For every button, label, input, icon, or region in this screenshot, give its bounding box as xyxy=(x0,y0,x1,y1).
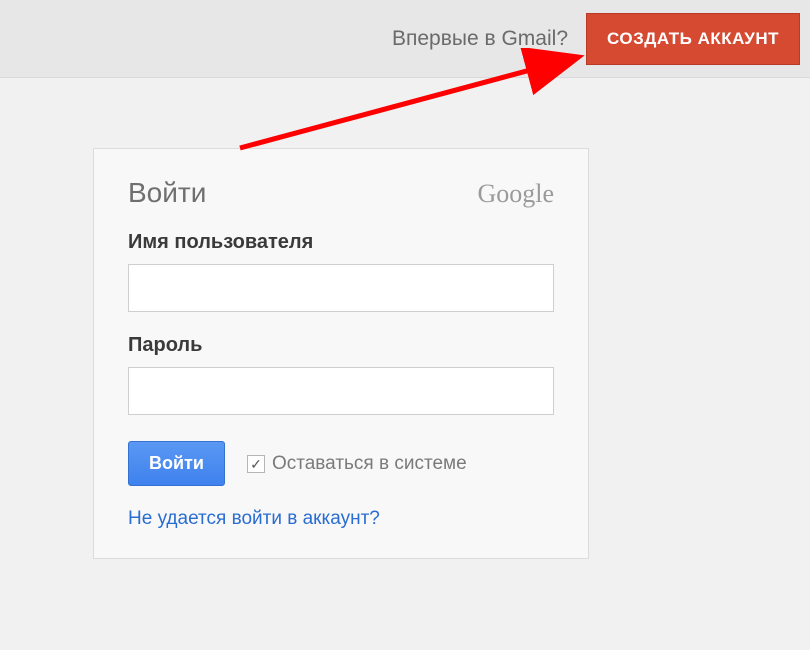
username-input[interactable] xyxy=(128,264,554,312)
stay-signed-in-checkbox[interactable]: ✓ Оставаться в системе xyxy=(247,453,467,475)
signin-button[interactable]: Войти xyxy=(128,441,225,486)
password-label: Пароль xyxy=(128,334,554,357)
password-input[interactable] xyxy=(128,367,554,415)
login-card-header: Войти Google xyxy=(128,177,554,209)
username-label: Имя пользователя xyxy=(128,231,554,254)
new-to-gmail-text: Впервые в Gmail? xyxy=(392,27,568,51)
google-logo: Google xyxy=(477,179,554,209)
top-bar: Впервые в Gmail? СОЗДАТЬ АККАУНТ xyxy=(0,0,810,78)
cant-access-account-link[interactable]: Не удается войти в аккаунт? xyxy=(128,508,380,529)
checkmark-icon: ✓ xyxy=(247,455,265,473)
create-account-button[interactable]: СОЗДАТЬ АККАУНТ xyxy=(586,13,800,65)
signin-title: Войти xyxy=(128,177,206,209)
login-card: Войти Google Имя пользователя Пароль Вой… xyxy=(93,148,589,559)
action-row: Войти ✓ Оставаться в системе xyxy=(128,441,554,486)
stay-signed-in-label: Оставаться в системе xyxy=(272,453,467,475)
